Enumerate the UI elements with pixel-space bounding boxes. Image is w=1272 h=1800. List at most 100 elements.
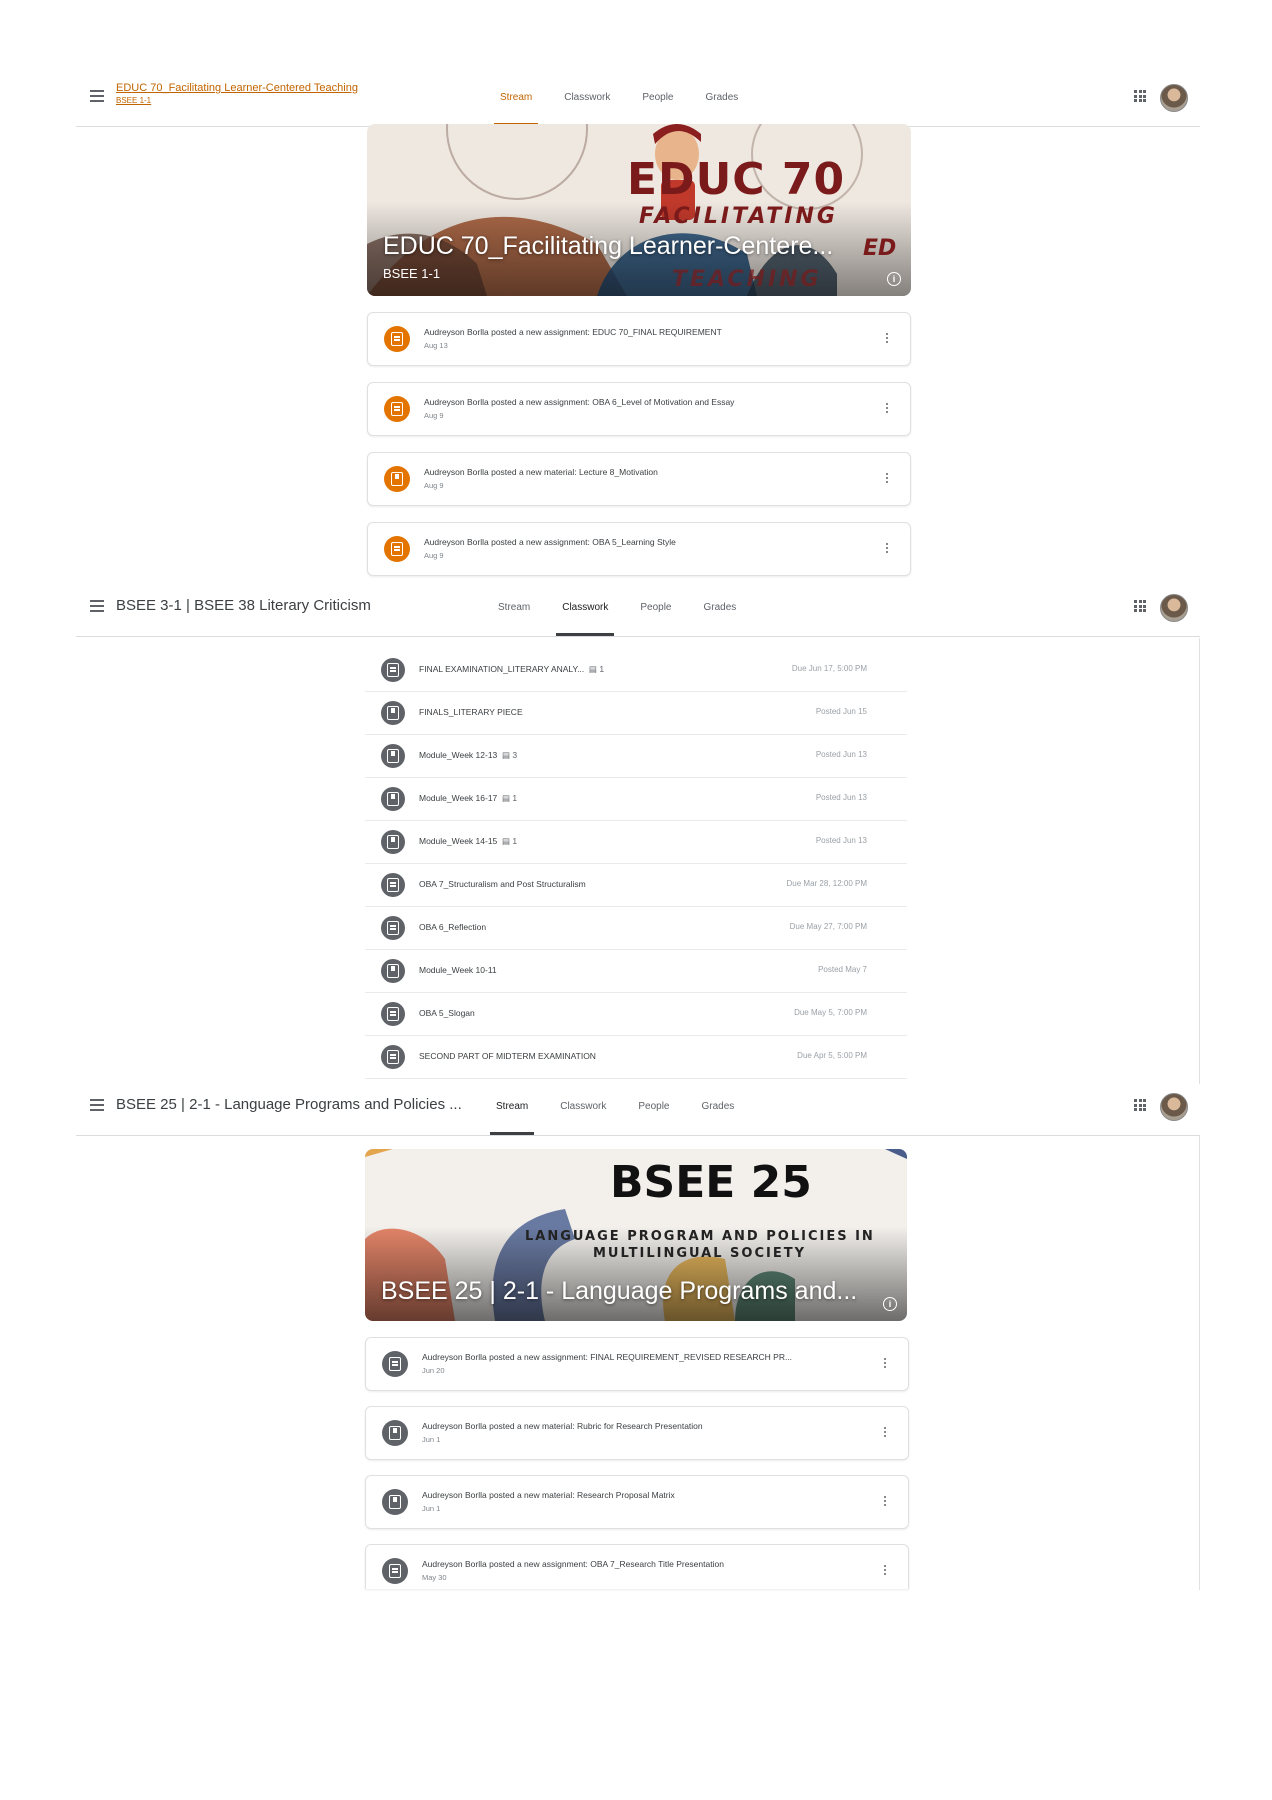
classwork-item[interactable]: OBA 7_Structuralism and Post Structurali… (365, 863, 907, 907)
stream-post[interactable]: Audreyson Borlla posted a new material: … (365, 1475, 909, 1529)
material-icon (382, 1489, 408, 1515)
stream-post[interactable]: Audreyson Borlla posted a new assignment… (367, 312, 911, 366)
tab-classwork[interactable]: Classwork (548, 70, 626, 126)
avatar[interactable] (1160, 84, 1188, 112)
assignment-icon (381, 658, 405, 682)
banner-class-section: BSEE 1-1 (383, 266, 441, 281)
tab-stream[interactable]: Stream (484, 70, 548, 126)
attachment-count: 3 (512, 750, 518, 760)
classwork-item-title: FINALS_LITERARY PIECE (419, 707, 523, 717)
tab-people[interactable]: People (624, 580, 687, 636)
material-icon (381, 787, 405, 811)
class-banner: EDUC 70 FACILITATING TEACHING ED EDUC 70… (367, 124, 911, 296)
banner-class-title[interactable]: BSEE 25 | 2-1 - Language Programs and... (381, 1277, 857, 1306)
post-text: Audreyson Borlla posted a new assignment… (424, 397, 735, 407)
classwork-item-date: Due Jun 17, 5:00 PM (791, 664, 867, 673)
assignment-icon (382, 1351, 408, 1377)
class-tabs: Stream Classwork People Grades (482, 580, 752, 636)
tab-stream[interactable]: Stream (480, 1079, 544, 1135)
avatar[interactable] (1160, 594, 1188, 622)
banner-class-title[interactable]: EDUC 70_Facilitating Learner-Centere... (383, 232, 833, 261)
assignment-icon (381, 916, 405, 940)
classwork-item-date: Posted May 7 (818, 965, 867, 974)
classwork-item[interactable]: Module_Week 16-17 ▤ 1 Posted Jun 13 (365, 777, 907, 821)
classwork-item-title: Module_Week 12-13 ▤ 3 (419, 750, 518, 760)
material-icon (382, 1420, 408, 1446)
classwork-item[interactable]: FINALS_LITERARY PIECE Posted Jun 15 (365, 691, 907, 735)
post-date: Aug 13 (424, 341, 448, 350)
class-title[interactable]: EDUC 70_Facilitating Learner-Centered Te… (116, 82, 358, 94)
tab-grades[interactable]: Grades (686, 1079, 751, 1135)
hamburger-menu-icon[interactable] (90, 90, 104, 102)
tab-grades[interactable]: Grades (688, 580, 753, 636)
post-text: Audreyson Borlla posted a new assignment… (422, 1352, 793, 1362)
stream-post[interactable]: Audreyson Borlla posted a new material: … (365, 1406, 909, 1460)
post-text: Audreyson Borlla posted a new material: … (422, 1421, 703, 1431)
post-text: Audreyson Borlla posted a new assignment… (422, 1559, 724, 1569)
post-date: Aug 9 (424, 411, 444, 420)
classwork-item-date: Due May 5, 7:00 PM (794, 1008, 867, 1017)
assignment-icon (381, 1045, 405, 1069)
tab-grades[interactable]: Grades (690, 70, 755, 126)
more-vert-icon[interactable] (886, 333, 888, 343)
more-vert-icon[interactable] (886, 403, 888, 413)
stream-post[interactable]: Audreyson Borlla posted a new assignment… (365, 1337, 909, 1391)
class-section[interactable]: BSEE 1-1 (116, 96, 358, 105)
classwork-item-date: Due May 27, 7:00 PM (789, 922, 867, 931)
more-vert-icon[interactable] (884, 1496, 886, 1506)
attachment-icon: ▤ (502, 836, 511, 846)
banner-art-heading: EDUC 70 (627, 154, 846, 205)
classwork-item[interactable]: OBA 6_Reflection Due May 27, 7:00 PM (365, 906, 907, 950)
hamburger-menu-icon[interactable] (90, 1099, 104, 1111)
tab-people[interactable]: People (622, 1079, 685, 1135)
classwork-item-date: Posted Jun 15 (815, 707, 867, 716)
material-icon (381, 701, 405, 725)
classwork-item-date: Posted Jun 13 (815, 793, 867, 802)
class-title[interactable]: BSEE 25 | 2-1 - Language Programs and Po… (116, 1096, 462, 1113)
tab-people[interactable]: People (626, 70, 689, 126)
classwork-item-title: Module_Week 10-11 (419, 965, 497, 975)
classwork-item[interactable]: Module_Week 12-13 ▤ 3 Posted Jun 13 (365, 734, 907, 778)
info-icon[interactable]: i (883, 1297, 897, 1311)
stream-post[interactable]: Audreyson Borlla posted a new assignment… (365, 1544, 909, 1589)
tab-stream[interactable]: Stream (482, 580, 546, 636)
more-vert-icon[interactable] (886, 543, 888, 553)
stream-post[interactable]: Audreyson Borlla posted a new material: … (367, 452, 911, 506)
more-vert-icon[interactable] (884, 1358, 886, 1368)
banner-art-sub2: MULTILINGUAL SOCIETY (593, 1246, 806, 1261)
avatar[interactable] (1160, 1093, 1188, 1121)
stream-post[interactable]: Audreyson Borlla posted a new assignment… (367, 522, 911, 576)
class-title[interactable]: BSEE 3-1 | BSEE 38 Literary Criticism (116, 597, 371, 614)
classwork-item[interactable]: Module_Week 10-11 Posted May 7 (365, 949, 907, 993)
class-tabs: Stream Classwork People Grades (484, 70, 754, 126)
more-vert-icon[interactable] (884, 1565, 886, 1575)
assignment-icon (384, 536, 410, 562)
attachment-icon: ▤ (502, 750, 511, 760)
hamburger-menu-icon[interactable] (90, 600, 104, 612)
stream-post[interactable]: Audreyson Borlla posted a new assignment… (367, 382, 911, 436)
classwork-item[interactable]: FINAL EXAMINATION_LITERARY ANALY... ▤ 1 … (365, 648, 907, 692)
post-text: Audreyson Borlla posted a new material: … (422, 1490, 675, 1500)
google-apps-icon[interactable] (1134, 90, 1146, 102)
top-app-bar: BSEE 3-1 | BSEE 38 Literary Criticism St… (76, 580, 1200, 637)
material-icon (381, 959, 405, 983)
class-title-block[interactable]: EDUC 70_Facilitating Learner-Centered Te… (116, 82, 358, 105)
more-vert-icon[interactable] (884, 1427, 886, 1437)
material-icon (381, 744, 405, 768)
class-tabs: Stream Classwork People Grades (480, 1079, 750, 1135)
classwork-item[interactable]: SECOND PART OF MIDTERM EXAMINATION Due A… (365, 1035, 907, 1079)
tab-classwork[interactable]: Classwork (544, 1079, 622, 1135)
google-apps-icon[interactable] (1134, 1099, 1146, 1111)
google-apps-icon[interactable] (1134, 600, 1146, 612)
assignment-icon (384, 396, 410, 422)
more-vert-icon[interactable] (886, 473, 888, 483)
attachment-icon: ▤ (588, 664, 597, 674)
class-banner: BSEE 25 LANGUAGE PROGRAM AND POLICIES IN… (365, 1149, 907, 1321)
classwork-item[interactable]: Module_Week 14-15 ▤ 1 Posted Jun 13 (365, 820, 907, 864)
attachment-count: 1 (599, 664, 605, 674)
tab-classwork[interactable]: Classwork (546, 580, 624, 636)
banner-art-overlap: ED (863, 236, 897, 261)
post-date: Jun 20 (422, 1366, 445, 1375)
info-icon[interactable]: i (887, 272, 901, 286)
classwork-item[interactable]: OBA 5_Slogan Due May 5, 7:00 PM (365, 992, 907, 1036)
